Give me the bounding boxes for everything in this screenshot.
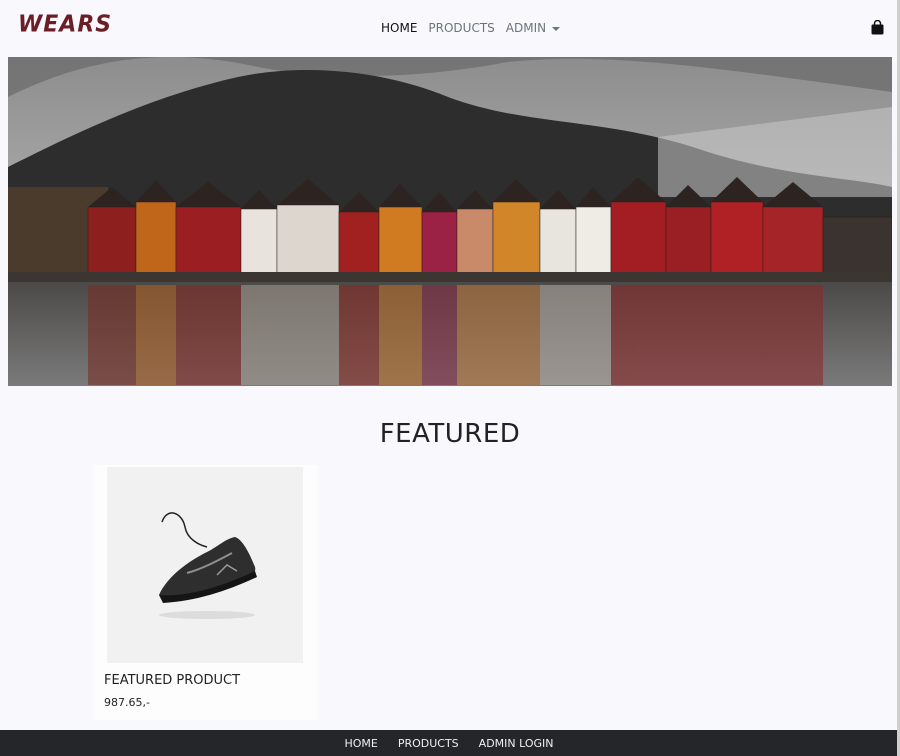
nav-products-link[interactable]: PRODUCTS [428, 21, 494, 35]
nav-admin-label: ADMIN [505, 21, 547, 35]
nav-admin-dropdown[interactable]: ADMIN [505, 21, 561, 35]
footer-products-link[interactable]: PRODUCTS [398, 737, 459, 750]
brand-logo[interactable]: WEARS [18, 11, 112, 37]
hero-banner-image [8, 57, 892, 386]
shopping-bag-icon[interactable] [871, 20, 884, 35]
caret-down-icon [552, 26, 561, 31]
product-name[interactable]: FEATURED PRODUCT [104, 673, 240, 688]
nav-home-link[interactable]: HOME [381, 21, 417, 35]
footer-home-link[interactable]: HOME [344, 737, 377, 750]
sneaker-photo [107, 467, 303, 663]
nav-links: HOME PRODUCTS ADMIN [381, 21, 571, 35]
top-navbar: WEARS HOME PRODUCTS ADMIN [0, 0, 898, 57]
featured-product-card[interactable]: FEATURED PRODUCT 987.65,- [93, 465, 317, 720]
product-image[interactable] [107, 467, 303, 663]
footer-admin-login-link[interactable]: ADMIN LOGIN [479, 737, 554, 750]
product-price: 987.65,- [104, 696, 150, 709]
bergen-waterfront-photo [8, 57, 892, 386]
footer: HOME PRODUCTS ADMIN LOGIN [0, 730, 898, 756]
featured-heading: FEATURED [379, 419, 521, 449]
